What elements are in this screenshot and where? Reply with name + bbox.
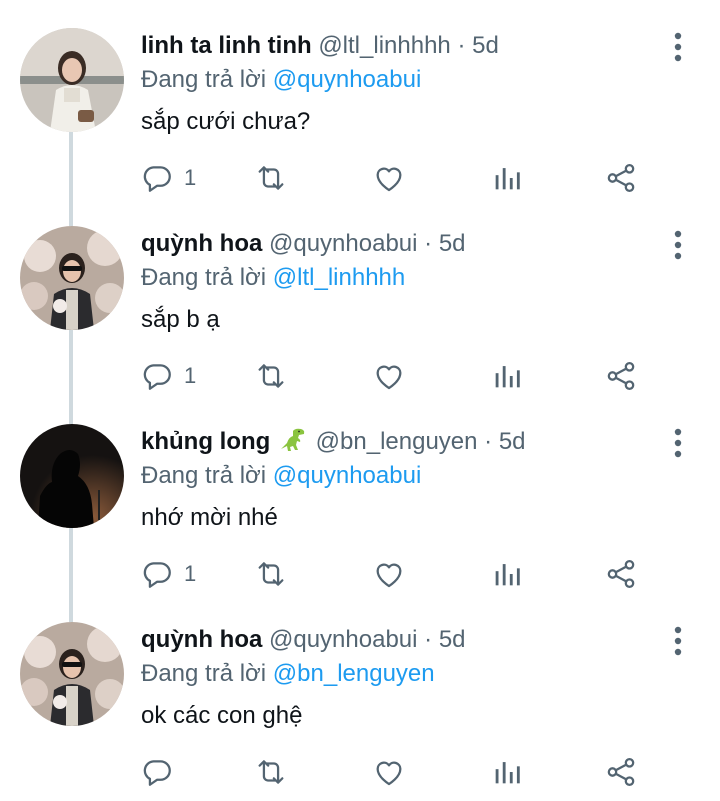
tweet-header: quỳnh hoa @quynhoabui · 5d: [141, 624, 466, 656]
timestamp[interactable]: 5d: [439, 626, 466, 653]
tweet[interactable]: khủng long @bn_lenguyen · 5d Đang trả lờ…: [0, 396, 720, 594]
reply-icon: [143, 166, 171, 192]
reply-count: 1: [184, 363, 197, 388]
retweet-icon: [258, 166, 284, 190]
reply-count: 1: [184, 165, 197, 190]
tweet-text: sắp cưới chưa?: [141, 108, 311, 135]
share-icon: [607, 163, 635, 193]
reply-button[interactable]: 1: [140, 358, 196, 394]
avatar[interactable]: [20, 28, 124, 132]
more-icon[interactable]: [666, 30, 690, 64]
mention-link[interactable]: @ltl_linhhhh: [273, 264, 405, 291]
like-icon: [376, 761, 402, 786]
user-handle[interactable]: @quynhoabui: [269, 626, 417, 653]
tweet[interactable]: linh ta linh tinh @ltl_linhhhh · 5d Đang…: [0, 0, 720, 198]
like-button[interactable]: [372, 556, 406, 592]
more-icon[interactable]: [666, 624, 690, 658]
reply-icon: [143, 562, 171, 588]
retweet-button[interactable]: [254, 754, 288, 790]
retweet-button[interactable]: [254, 556, 288, 592]
display-name[interactable]: quỳnh hoa: [141, 626, 262, 653]
action-bar: 1: [140, 358, 660, 394]
replying-to: Đang trả lời @bn_lenguyen: [141, 658, 435, 690]
like-button[interactable]: [372, 160, 406, 196]
reply-icon: [143, 760, 171, 786]
retweet-button[interactable]: [254, 160, 288, 196]
mention-link[interactable]: @quynhoabui: [273, 462, 421, 489]
share-button[interactable]: [604, 358, 638, 394]
avatar[interactable]: [20, 424, 124, 528]
reply-button[interactable]: 1: [140, 160, 196, 196]
action-bar: 1: [140, 160, 660, 196]
retweet-button[interactable]: [254, 358, 288, 394]
separator: ·: [457, 32, 466, 59]
replying-to: Đang trả lời @quynhoabui: [141, 64, 421, 96]
analytics-button[interactable]: [490, 556, 524, 592]
tweet-text: nhớ mời nhé: [141, 504, 278, 531]
reply-button[interactable]: 1: [140, 556, 196, 592]
like-button[interactable]: [372, 754, 406, 790]
more-icon[interactable]: [666, 426, 690, 460]
share-button[interactable]: [604, 754, 638, 790]
avatar[interactable]: [20, 226, 124, 330]
replying-label: Đang trả lời: [141, 660, 267, 687]
share-icon: [607, 361, 635, 391]
retweet-icon: [258, 760, 284, 784]
analytics-button[interactable]: [490, 754, 524, 790]
user-handle[interactable]: @quynhoabui: [269, 230, 417, 257]
tweet-text: ok các con ghệ: [141, 702, 303, 729]
retweet-icon: [258, 364, 284, 388]
mention-link[interactable]: @bn_lenguyen: [273, 660, 435, 687]
like-icon: [376, 167, 402, 192]
user-handle[interactable]: @bn_lenguyen: [316, 428, 478, 455]
analytics-icon: [495, 168, 520, 190]
replying-label: Đang trả lời: [141, 66, 267, 93]
share-icon: [607, 757, 635, 787]
tweet-header: quỳnh hoa @quynhoabui · 5d: [141, 228, 466, 260]
t-rex-emoji: [279, 427, 307, 462]
separator: ·: [484, 428, 493, 455]
action-bar: [140, 754, 660, 790]
analytics-button[interactable]: [490, 358, 524, 394]
analytics-icon: [495, 564, 520, 586]
share-button[interactable]: [604, 160, 638, 196]
retweet-icon: [258, 562, 284, 586]
replying-to: Đang trả lời @ltl_linhhhh: [141, 262, 405, 294]
display-name[interactable]: linh ta linh tinh: [141, 32, 312, 59]
timestamp[interactable]: 5d: [499, 428, 526, 455]
reply-count: 1: [184, 561, 197, 586]
separator: ·: [424, 230, 433, 257]
tweet[interactable]: quỳnh hoa @quynhoabui · 5d Đang trả lời …: [0, 594, 720, 792]
timestamp[interactable]: 5d: [439, 230, 466, 257]
tweet-header: khủng long @bn_lenguyen · 5d: [141, 426, 526, 462]
action-bar: 1: [140, 556, 660, 592]
analytics-icon: [495, 366, 520, 388]
replying-to: Đang trả lời @quynhoabui: [141, 460, 421, 492]
mention-link[interactable]: @quynhoabui: [273, 66, 421, 93]
reply-button[interactable]: [140, 754, 184, 790]
reply-icon: [143, 364, 171, 390]
analytics-icon: [495, 762, 520, 784]
like-button[interactable]: [372, 358, 406, 394]
user-handle[interactable]: @ltl_linhhhh: [318, 32, 450, 59]
like-icon: [376, 563, 402, 588]
replying-label: Đang trả lời: [141, 264, 267, 291]
display-name[interactable]: quỳnh hoa: [141, 230, 262, 257]
tweet-text: sắp b ạ: [141, 306, 220, 333]
analytics-button[interactable]: [490, 160, 524, 196]
tweet-header: linh ta linh tinh @ltl_linhhhh · 5d: [141, 30, 499, 62]
like-icon: [376, 365, 402, 390]
timestamp[interactable]: 5d: [472, 32, 499, 59]
share-button[interactable]: [604, 556, 638, 592]
more-icon[interactable]: [666, 228, 690, 262]
display-name[interactable]: khủng long: [141, 428, 270, 455]
avatar[interactable]: [20, 622, 124, 726]
share-icon: [607, 559, 635, 589]
replying-label: Đang trả lời: [141, 462, 267, 489]
tweet[interactable]: quỳnh hoa @quynhoabui · 5d Đang trả lời …: [0, 198, 720, 396]
separator: ·: [424, 626, 433, 653]
